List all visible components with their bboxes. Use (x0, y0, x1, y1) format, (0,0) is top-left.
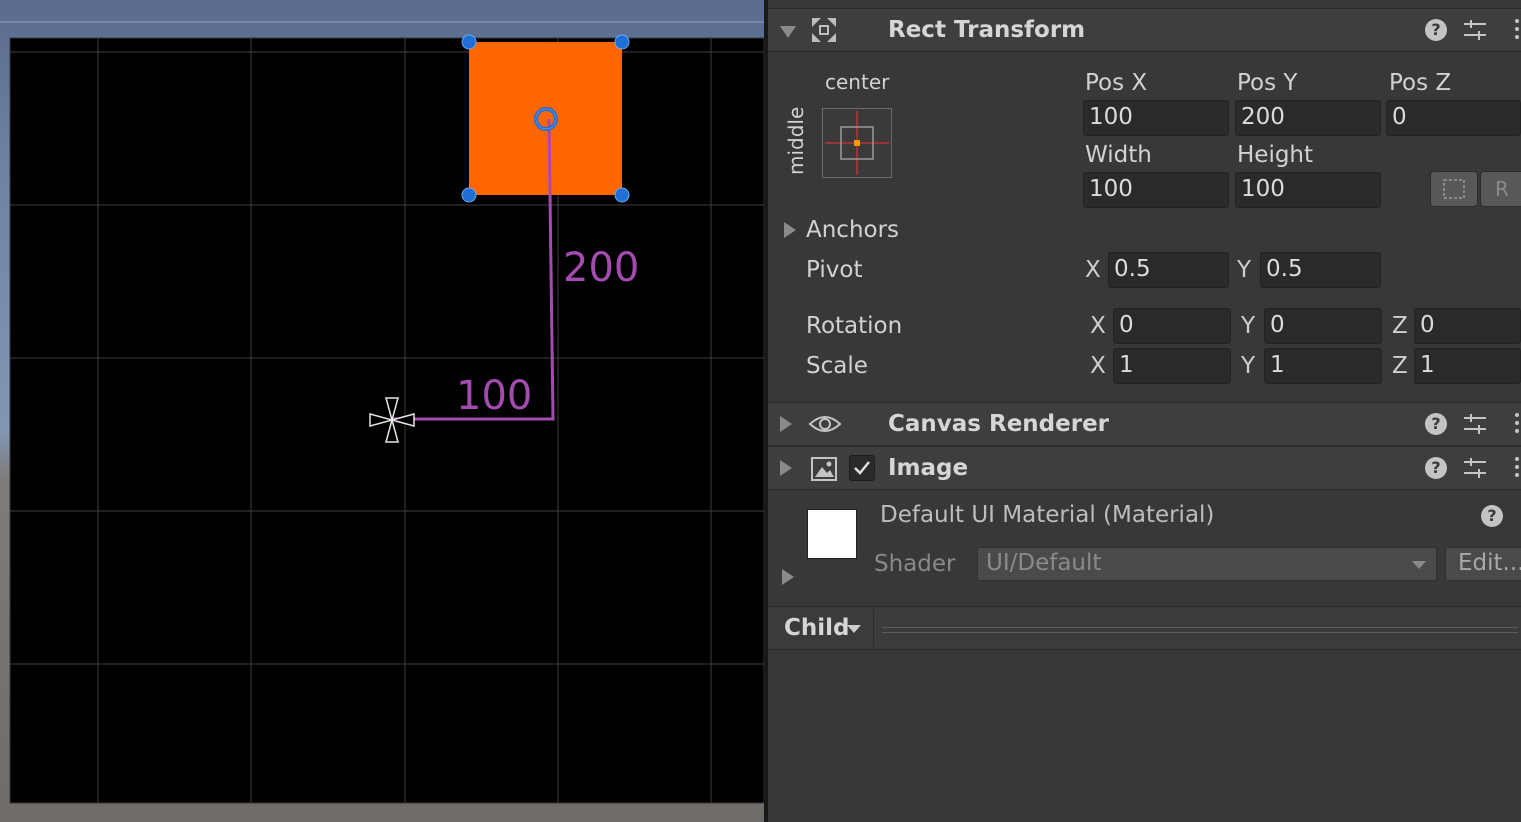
child-dropdown-button[interactable]: Child (774, 609, 874, 647)
scale-y-field[interactable]: 1 (1264, 348, 1382, 384)
expand-arrow-icon[interactable] (780, 460, 792, 476)
pos-x-field[interactable]: 100 (1083, 100, 1229, 136)
rotation-y-field[interactable]: 0 (1264, 308, 1382, 344)
rotation-x-axis-label: X (1090, 313, 1106, 339)
context-menu-icon[interactable] (1513, 413, 1521, 437)
pos-y-label: Pos Y (1237, 70, 1298, 96)
blueprint-mode-button[interactable] (1430, 171, 1478, 207)
expand-arrow-icon[interactable] (780, 416, 792, 432)
anchors-foldout-icon[interactable] (784, 222, 796, 238)
canvas-renderer-header[interactable]: Canvas Renderer ? (768, 402, 1521, 446)
pos-z-field[interactable]: 0 (1386, 100, 1521, 136)
image-component-header[interactable]: Image ? (768, 446, 1521, 490)
selected-rect-object[interactable] (469, 42, 622, 195)
eye-icon (808, 416, 842, 432)
height-field[interactable]: 100 (1235, 172, 1381, 208)
rotation-label: Rotation (806, 313, 903, 339)
pivot-y-axis-label: Y (1237, 257, 1252, 283)
width-label: Width (1085, 142, 1152, 168)
help-icon[interactable]: ? (1425, 413, 1447, 435)
corner-handle-top-right[interactable] (614, 34, 630, 50)
context-menu-icon[interactable] (1513, 457, 1521, 481)
context-menu-icon[interactable] (1513, 19, 1521, 43)
rotation-y-axis-label: Y (1241, 313, 1256, 339)
rect-transform-title: Rect Transform (888, 17, 1086, 43)
rect-transform-header[interactable]: Rect Transform ? (768, 8, 1521, 52)
scene-view[interactable]: 200 100 (0, 0, 764, 822)
image-title: Image (888, 455, 969, 481)
scale-x-axis-label: X (1090, 353, 1106, 379)
anchor-preset-icon (825, 111, 889, 175)
checkmark-icon (854, 461, 870, 475)
rect-transform-icon (812, 18, 836, 42)
material-foldout-icon[interactable] (782, 569, 794, 585)
corner-handle-top-left[interactable] (461, 34, 477, 50)
scene-canvas[interactable] (0, 0, 764, 822)
pos-x-measure-label: 100 (456, 373, 533, 419)
raw-edit-button[interactable]: R (1480, 171, 1521, 207)
presets-icon[interactable] (1463, 457, 1487, 479)
pos-y-measure-label: 200 (563, 245, 640, 291)
image-icon (811, 457, 837, 481)
scale-z-axis-label: Z (1392, 353, 1408, 379)
help-icon[interactable]: ? (1425, 19, 1447, 41)
canvas-renderer-title: Canvas Renderer (888, 411, 1110, 437)
collapse-arrow-icon[interactable] (780, 26, 796, 38)
pos-z-label: Pos Z (1389, 70, 1452, 96)
scale-x-field[interactable]: 1 (1113, 348, 1231, 384)
anchor-preset-top-label: center (825, 70, 890, 94)
pivot-y-field[interactable]: 0.5 (1260, 252, 1381, 288)
pos-x-label: Pos X (1085, 70, 1148, 96)
rotation-z-axis-label: Z (1392, 313, 1408, 339)
presets-icon[interactable] (1463, 413, 1487, 435)
rotation-z-field[interactable]: 0 (1414, 308, 1521, 344)
scale-y-axis-label: Y (1241, 353, 1256, 379)
material-preview-swatch[interactable] (807, 509, 857, 559)
shader-label: Shader (874, 551, 956, 577)
material-name: Default UI Material (Material) (880, 502, 1215, 528)
presets-icon[interactable] (1463, 19, 1487, 41)
material-help-icon[interactable]: ? (1481, 505, 1503, 527)
child-toolbar: Child (768, 606, 1521, 650)
scale-z-field[interactable]: 1 (1414, 348, 1521, 384)
rotation-x-field[interactable]: 0 (1113, 308, 1231, 344)
pivot-label: Pivot (806, 257, 863, 283)
corner-handle-bottom-left[interactable] (461, 187, 477, 203)
inspector-panel: Rect Transform ? center middle Pos X Pos… (768, 0, 1521, 822)
chevron-down-icon (847, 625, 861, 633)
chevron-down-icon (1412, 561, 1426, 569)
pivot-x-axis-label: X (1085, 257, 1101, 283)
shader-edit-button[interactable]: Edit... (1445, 547, 1521, 581)
anchors-label[interactable]: Anchors (806, 217, 899, 243)
child-label: Child (784, 615, 850, 641)
shader-value: UI/Default (986, 550, 1102, 576)
anchor-preset-side-label: middle (784, 106, 808, 175)
height-label: Height (1237, 142, 1314, 168)
scale-label: Scale (806, 353, 868, 379)
image-enabled-checkbox[interactable] (849, 455, 875, 481)
shader-dropdown[interactable]: UI/Default (977, 547, 1437, 581)
child-drag-bar[interactable] (882, 627, 1518, 633)
width-field[interactable]: 100 (1083, 172, 1229, 208)
anchor-preset-button[interactable] (822, 108, 892, 178)
blueprint-icon (1443, 179, 1465, 199)
corner-handle-bottom-right[interactable] (614, 187, 630, 203)
help-icon[interactable]: ? (1425, 457, 1447, 479)
pos-y-field[interactable]: 200 (1235, 100, 1381, 136)
pivot-x-field[interactable]: 0.5 (1108, 252, 1229, 288)
